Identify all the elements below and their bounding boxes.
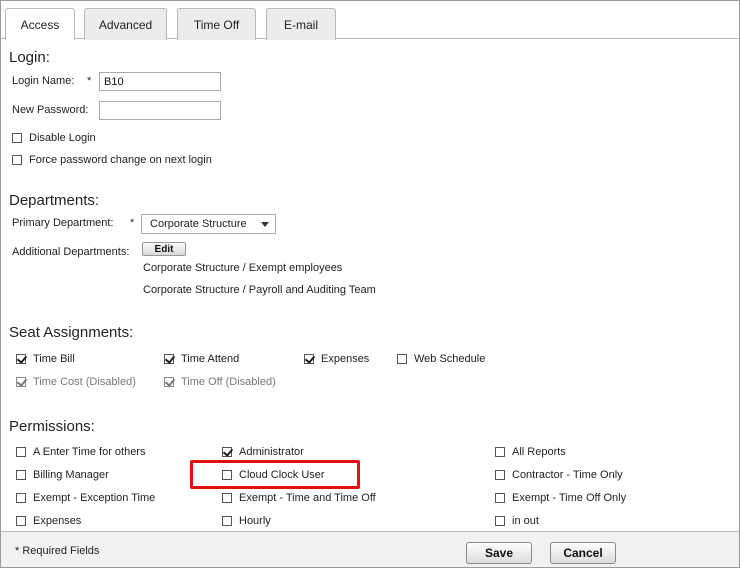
permission-checkbox[interactable]: Exempt - Exception Time <box>16 492 155 504</box>
tab-time-off-label: Time Off <box>193 17 240 32</box>
permission-label: Exempt - Exception Time <box>33 492 156 504</box>
permission-checkbox[interactable]: All Reports <box>495 446 566 458</box>
permission-box[interactable] <box>495 516 505 526</box>
edit-departments-label: Edit <box>154 243 174 255</box>
login-name-required-marker: * <box>87 75 92 87</box>
login-name-input[interactable] <box>99 72 221 91</box>
additional-department-item: Corporate Structure / Exempt employees <box>143 262 343 274</box>
primary-department-select[interactable]: Corporate Structure <box>141 214 276 234</box>
seat-time-cost-checkbox: Time Cost (Disabled) <box>16 376 136 388</box>
seat-assignments-section-title: Seat Assignments: <box>9 324 134 341</box>
tab-email-label: E-mail <box>283 17 318 32</box>
permission-checkbox[interactable]: Expenses <box>16 515 81 527</box>
permission-label: Hourly <box>239 515 271 527</box>
permission-label: Contractor - Time Only <box>512 469 623 481</box>
tab-time-off[interactable]: Time Off <box>177 8 256 40</box>
permissions-section-title: Permissions: <box>9 418 95 435</box>
permission-checkbox[interactable]: Exempt - Time and Time Off <box>222 492 376 504</box>
tab-access[interactable]: Access <box>5 8 75 40</box>
new-password-input[interactable] <box>99 101 221 120</box>
permission-checkbox[interactable]: Exempt - Time Off Only <box>495 492 626 504</box>
seat-time-bill-label: Time Bill <box>33 353 75 365</box>
seat-expenses-box[interactable] <box>304 354 314 364</box>
permission-box[interactable] <box>495 470 505 480</box>
additional-department-item: Corporate Structure / Payroll and Auditi… <box>143 284 376 296</box>
seat-expenses-label: Expenses <box>321 353 370 365</box>
primary-department-label: Primary Department: <box>12 217 114 229</box>
seat-time-attend-box[interactable] <box>164 354 174 364</box>
cancel-button[interactable]: Cancel <box>550 542 616 564</box>
force-password-change-box[interactable] <box>12 155 22 165</box>
permission-box[interactable] <box>495 447 505 457</box>
permission-label: A Enter Time for others <box>33 446 146 458</box>
seat-time-off-label: Time Off (Disabled) <box>181 376 276 388</box>
dropdown-arrow-icon <box>261 222 269 227</box>
tab-advanced-label: Advanced <box>98 17 153 32</box>
force-password-change-checkbox[interactable]: Force password change on next login <box>12 154 212 166</box>
permission-box[interactable] <box>16 470 26 480</box>
permission-box[interactable] <box>16 516 26 526</box>
primary-department-value: Corporate Structure <box>150 218 247 230</box>
seat-time-attend-label: Time Attend <box>181 353 240 365</box>
departments-section-title: Departments: <box>9 192 100 209</box>
permission-box[interactable] <box>16 447 26 457</box>
permission-box[interactable] <box>495 493 505 503</box>
permission-box[interactable] <box>222 516 232 526</box>
form-footer: * Required Fields Save Cancel <box>1 531 739 567</box>
seat-web-schedule-checkbox[interactable]: Web Schedule <box>397 353 485 365</box>
login-section-title: Login: <box>9 49 50 66</box>
force-password-change-label: Force password change on next login <box>29 154 212 166</box>
permission-box[interactable] <box>16 493 26 503</box>
seat-web-schedule-box[interactable] <box>397 354 407 364</box>
permission-label: All Reports <box>512 446 566 458</box>
cancel-button-label: Cancel <box>563 546 603 560</box>
login-name-label: Login Name: <box>12 75 75 87</box>
seat-expenses-checkbox[interactable]: Expenses <box>304 353 369 365</box>
permission-label: Exempt - Time Off Only <box>512 492 627 504</box>
seat-time-bill-checkbox[interactable]: Time Bill <box>16 353 75 365</box>
save-button[interactable]: Save <box>466 542 532 564</box>
permission-label: Billing Manager <box>33 469 109 481</box>
permission-box[interactable] <box>222 447 232 457</box>
permission-checkbox[interactable]: Hourly <box>222 515 271 527</box>
save-button-label: Save <box>484 546 514 560</box>
disable-login-checkbox[interactable]: Disable Login <box>12 132 96 144</box>
tab-advanced[interactable]: Advanced <box>84 8 167 40</box>
permission-label: in out <box>512 515 539 527</box>
access-tab-content: Login: Login Name: * New Password: Disab… <box>1 40 739 531</box>
tab-access-label: Access <box>20 17 60 32</box>
seat-time-cost-box <box>16 377 26 387</box>
user-settings-panel: Access Advanced Time Off E-mail Login: L… <box>0 0 740 568</box>
disable-login-label: Disable Login <box>29 132 96 144</box>
seat-time-off-checkbox: Time Off (Disabled) <box>164 376 276 388</box>
tab-bar: Access Advanced Time Off E-mail <box>1 1 739 40</box>
cloud-clock-user-highlight-box <box>190 460 360 489</box>
disable-login-box[interactable] <box>12 133 22 143</box>
seat-time-bill-box[interactable] <box>16 354 26 364</box>
permission-label: Expenses <box>33 515 82 527</box>
permission-label: Administrator <box>239 446 304 458</box>
required-fields-note: * Required Fields <box>15 545 100 557</box>
edit-departments-button[interactable]: Edit <box>142 242 186 256</box>
permission-checkbox[interactable]: Contractor - Time Only <box>495 469 623 481</box>
primary-department-required-marker: * <box>130 217 135 229</box>
permission-box[interactable] <box>222 493 232 503</box>
permission-checkbox[interactable]: Administrator <box>222 446 304 458</box>
tab-email[interactable]: E-mail <box>266 8 336 40</box>
seat-time-off-box <box>164 377 174 387</box>
additional-departments-label: Additional Departments: <box>12 246 130 258</box>
seat-web-schedule-label: Web Schedule <box>414 353 486 365</box>
seat-time-cost-label: Time Cost (Disabled) <box>33 376 136 388</box>
new-password-label: New Password: <box>12 104 89 116</box>
permission-checkbox[interactable]: A Enter Time for others <box>16 446 146 458</box>
permission-label: Exempt - Time and Time Off <box>239 492 376 504</box>
permission-checkbox[interactable]: in out <box>495 515 539 527</box>
seat-time-attend-checkbox[interactable]: Time Attend <box>164 353 239 365</box>
permission-checkbox[interactable]: Billing Manager <box>16 469 109 481</box>
